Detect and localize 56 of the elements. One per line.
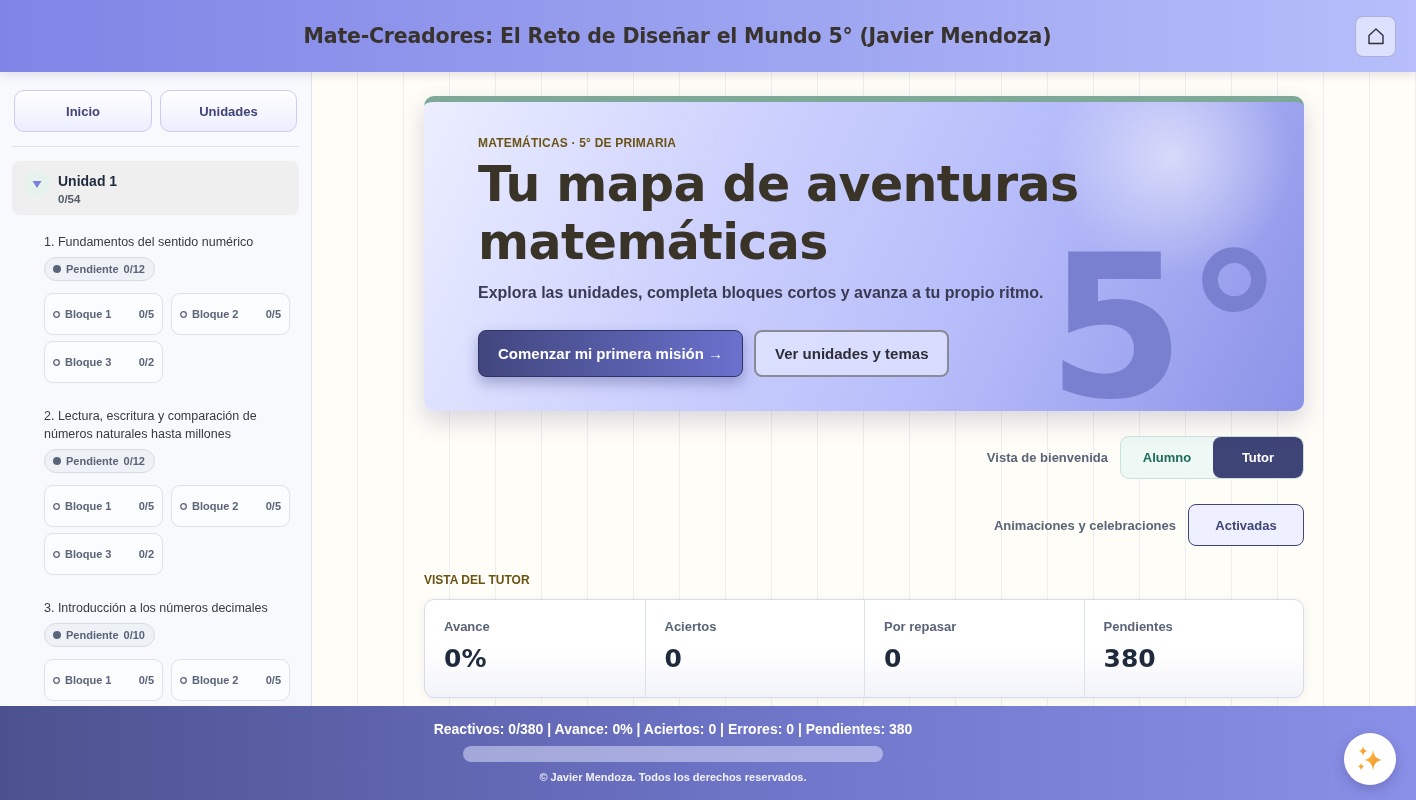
status-count: 0/12 bbox=[123, 455, 145, 467]
units-button[interactable]: Ver unidades y temas bbox=[754, 330, 950, 377]
progress-summary: Reactivos: 0/380 | Avance: 0% | Aciertos: 0 | Errores: 0 | Pendientes: 380 bbox=[433, 721, 913, 737]
stat-label: Aciertos bbox=[664, 619, 717, 634]
block-item[interactable]: Bloque 1 0/5 bbox=[44, 659, 163, 701]
block-item[interactable]: Bloque 1 0/5 bbox=[44, 293, 163, 335]
home-icon bbox=[1366, 27, 1385, 45]
block-item[interactable]: Bloque 1 0/5 bbox=[44, 485, 163, 527]
hero-subtitle: Explora las unidades, completa bloques cortos y avanza a tu propio ritmo. bbox=[478, 284, 1044, 302]
stat-label: Por repasar bbox=[884, 619, 957, 634]
sparkle-button[interactable] bbox=[1344, 733, 1396, 785]
ring-icon bbox=[180, 502, 187, 510]
status-dot-icon bbox=[53, 631, 61, 639]
ring-icon bbox=[53, 310, 60, 318]
topic-title: 3. Introducción a los números decimales bbox=[44, 600, 268, 617]
app-title: Mate-Creadores: El Reto de Diseñar el Mundo 5° (Javier Mendoza) bbox=[303, 24, 1052, 48]
view-option[interactable]: Tutor bbox=[1213, 437, 1303, 478]
stat-label: Pendientes bbox=[1103, 619, 1173, 634]
status-dot-icon bbox=[53, 457, 61, 465]
view-option[interactable]: Alumno bbox=[1121, 437, 1213, 478]
hero-eyebrow: MATEMÁTICAS · 5° DE PRIMARIA bbox=[478, 136, 677, 150]
setting-label: Animaciones y celebraciones bbox=[993, 517, 1176, 533]
stat-value: 380 bbox=[1103, 643, 1156, 675]
nav-button[interactable]: Inicio bbox=[14, 90, 152, 132]
ring-icon bbox=[53, 550, 60, 558]
sparkle-icon bbox=[1357, 746, 1383, 772]
status-count: 0/10 bbox=[123, 629, 145, 641]
stat-label: Avance bbox=[444, 619, 490, 634]
block-item[interactable]: Bloque 2 0/5 bbox=[171, 659, 290, 701]
status-dot-icon bbox=[53, 265, 61, 273]
block-item[interactable]: Bloque 2 0/5 bbox=[171, 293, 290, 335]
start-button[interactable]: Comenzar mi primera misión → bbox=[478, 330, 744, 377]
nav-button[interactable]: Unidades bbox=[160, 90, 297, 132]
topic-title: 1. Fundamentos del sentido numérico bbox=[44, 234, 254, 251]
block-item[interactable]: Bloque 3 0/2 bbox=[44, 341, 163, 383]
status-count: 0/12 bbox=[123, 263, 145, 275]
stat-value: 0% bbox=[444, 643, 487, 675]
topic-title: 2. Lectura, escritura y comparación de números naturales hasta millones bbox=[44, 408, 258, 443]
ring-icon bbox=[180, 310, 187, 318]
status-label: Pendiente bbox=[66, 455, 119, 467]
ring-icon bbox=[180, 676, 187, 684]
ring-icon bbox=[53, 676, 60, 684]
status-label: Pendiente bbox=[66, 629, 119, 641]
ring-icon bbox=[53, 358, 60, 366]
animations-toggle[interactable]: Activadas bbox=[1188, 504, 1304, 546]
status-label: Pendiente bbox=[66, 263, 119, 275]
section-heading: VISTA DEL TUTOR bbox=[424, 573, 531, 587]
home-button[interactable] bbox=[1355, 15, 1396, 57]
unit-toggle[interactable]: Unidad 1 0/54 bbox=[12, 161, 299, 215]
block-item[interactable]: Bloque 2 0/5 bbox=[171, 485, 290, 527]
copyright-text: © Javier Mendoza. Todos los derechos reservados. bbox=[539, 771, 807, 783]
ring-icon bbox=[53, 502, 60, 510]
block-item[interactable]: Bloque 3 0/2 bbox=[44, 533, 163, 575]
stat-value: 0 bbox=[884, 643, 902, 675]
stat-value: 0 bbox=[664, 643, 682, 675]
setting-label: Vista de bienvenida bbox=[986, 450, 1108, 465]
